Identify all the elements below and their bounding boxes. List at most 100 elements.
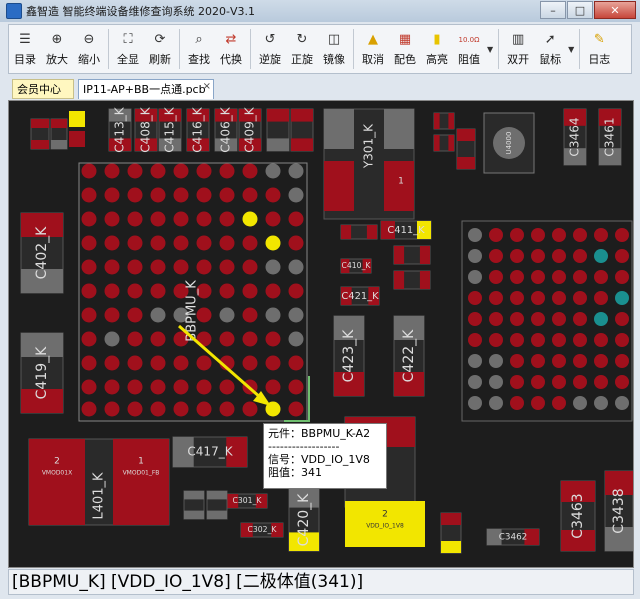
bga-ball [615, 354, 629, 368]
bga-ball [219, 331, 235, 347]
bga-ball [196, 401, 212, 417]
bga-ball [81, 163, 97, 179]
bga-ball [81, 235, 97, 251]
refresh-button[interactable]: ⟳ 刷新 [145, 27, 175, 71]
refresh-icon: ⟳ [154, 32, 166, 47]
tiny-part-pad [207, 510, 227, 519]
bga-ball [196, 235, 212, 251]
bga-ball [219, 259, 235, 275]
capacitor-c422-label: C422_K [401, 329, 417, 382]
highlight-icon: ▮ [433, 32, 441, 47]
tiny-part-pad [184, 510, 204, 519]
tiny-part-pad [31, 119, 49, 128]
bga-ball [573, 375, 587, 389]
tiny-part-pad [51, 140, 67, 149]
zoom-out-icon: ⊖ [83, 32, 95, 47]
bga-ball [127, 379, 143, 395]
tab-pcb-file[interactable]: IP11-AP+BB一点通.pcb × [78, 79, 214, 99]
bga-ball [594, 249, 608, 263]
toolbar-separator [498, 29, 500, 69]
bga-ball [288, 355, 304, 371]
highlight-button[interactable]: ▮ 高亮 [422, 27, 452, 71]
bga-ball [510, 375, 524, 389]
bga-ball [196, 211, 212, 227]
fit-screen-button[interactable]: ⛶ 全显 [113, 27, 143, 71]
pcb-canvas[interactable]: C413_K C408_K C415_K C416_K C406_K C409_K BBPM… [8, 100, 634, 568]
cancel-button[interactable]: ▲ 取消 [358, 27, 388, 71]
bga-ball [573, 291, 587, 305]
small-yellow-pad [69, 111, 85, 127]
document-tabs: 会员中心 IP11-AP+BB一点通.pcb × [8, 77, 632, 99]
mirror-button[interactable]: ◫ 镜像 [319, 27, 349, 71]
capacitor-small-pad [267, 109, 289, 122]
log-button[interactable]: ✎ 日志 [584, 27, 614, 71]
bga-ball [104, 259, 120, 275]
bga-ball [150, 355, 166, 371]
bga-ball [104, 401, 120, 417]
tiny-part-pad [457, 129, 475, 141]
tiny-part-pad [31, 140, 49, 149]
status-bar: [BBPMU_K] [VDD_IO_1V8] [二极体值(341)] [8, 569, 634, 595]
bga-ball [219, 283, 235, 299]
bga-ball [104, 355, 120, 371]
bga-ball [265, 163, 281, 179]
zoom-in-button[interactable]: ⊕ 放大 [42, 27, 72, 71]
bga-ball [288, 187, 304, 203]
bga-ball [104, 163, 120, 179]
tiny-part-pad [448, 135, 454, 151]
minimize-button[interactable]: – [540, 1, 566, 19]
tiny-part-pad [419, 246, 430, 264]
bga-ball [468, 249, 482, 263]
bga-ball [510, 228, 524, 242]
capacitor-c423-label: C423_K [341, 329, 357, 382]
close-tab-icon[interactable]: × [203, 77, 211, 97]
bga-ball [173, 187, 189, 203]
tiny-part-pad [457, 157, 475, 169]
close-window-button[interactable]: ✕ [594, 1, 636, 19]
bga-ball [594, 228, 608, 242]
mouse-button[interactable]: ➚ 鼠标 [535, 27, 565, 71]
bga-ball [573, 270, 587, 284]
palette-button[interactable]: ▦ 配色 [390, 27, 420, 71]
rotate-ccw-button[interactable]: ↺ 逆旋 [255, 27, 285, 71]
bga-ball [615, 333, 629, 347]
bga-ball [468, 312, 482, 326]
resistance-button[interactable]: 10.0Ω 阻值 [454, 27, 484, 71]
bga-ball [510, 354, 524, 368]
maximize-button[interactable]: □ [567, 1, 593, 19]
toolbar-separator [179, 29, 180, 69]
bga-ball [173, 401, 189, 417]
bga-ball [288, 379, 304, 395]
mouse-dropdown-icon[interactable]: ▼ [568, 45, 574, 54]
bga-ball [104, 379, 120, 395]
replace-button[interactable]: ⇄ 代换 [216, 27, 246, 71]
bga-ball [265, 187, 281, 203]
tab-label: IP11-AP+BB一点通.pcb [83, 83, 206, 96]
bga-ball [594, 312, 608, 326]
bga-ball [288, 401, 304, 417]
bga-ball [127, 331, 143, 347]
pcb-drawing[interactable]: C413_K C408_K C415_K C416_K C406_K C409_KBBPM… [9, 101, 634, 568]
dual-open-button[interactable]: ▥ 双开 [503, 27, 533, 71]
log-icon: ✎ [593, 32, 605, 47]
vmod-label: VMOD01X [42, 470, 72, 477]
bga-ball [510, 333, 524, 347]
search-button[interactable]: ⌕ 查找 [184, 27, 214, 71]
tab-member-center[interactable]: 会员中心 [12, 79, 74, 99]
bga-ball [104, 283, 120, 299]
capacitor-c3462-label: C3462 [499, 533, 528, 543]
tiny-part-pad [441, 541, 461, 553]
bga-ball [81, 401, 97, 417]
capacitor-c3464-label: C3464 [568, 117, 582, 157]
catalog-button[interactable]: ☰ 目录 [10, 27, 40, 71]
resistance-dropdown-icon[interactable]: ▼ [487, 45, 493, 54]
bga-ball [573, 333, 587, 347]
bga-ball [615, 375, 629, 389]
zoom-out-button[interactable]: ⊖ 缩小 [74, 27, 104, 71]
rotate-cw-button[interactable]: ↻ 正旋 [287, 27, 317, 71]
vdd-label: VDD_IO_1V8 [366, 523, 404, 530]
toolbar-separator [250, 29, 251, 69]
bga-ball [104, 187, 120, 203]
inductor-pad [29, 439, 85, 525]
bga-ball [242, 307, 258, 323]
